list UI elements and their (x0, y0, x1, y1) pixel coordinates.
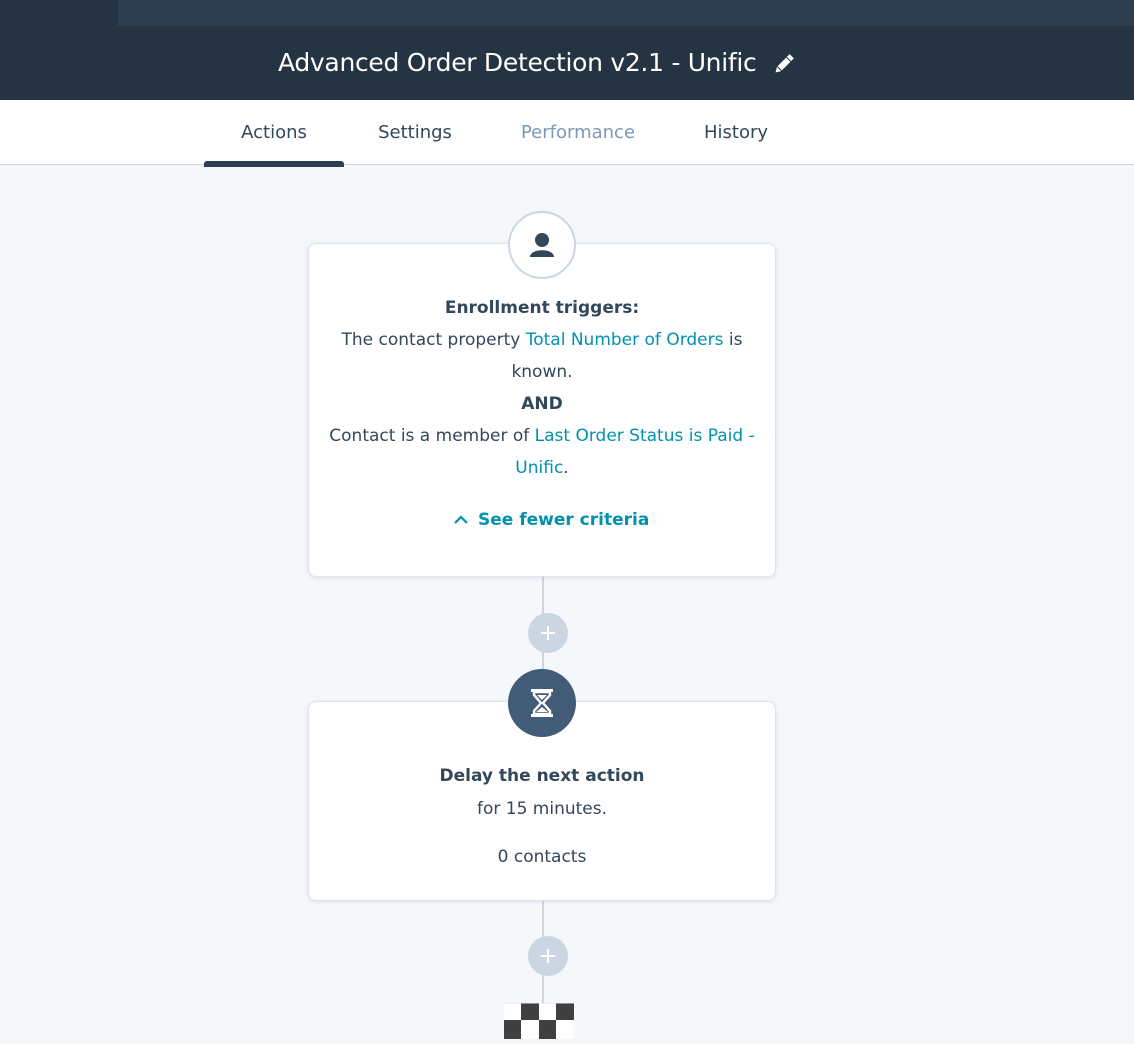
top-strip-left (0, 0, 118, 26)
pencil-icon[interactable] (771, 51, 797, 77)
tab-actions[interactable]: Actions (241, 122, 307, 143)
list-link[interactable]: Last Order Status is Paid - (535, 426, 755, 446)
plus-icon (541, 626, 555, 640)
add-action-button[interactable] (528, 936, 568, 976)
hourglass-icon (508, 669, 576, 737)
top-strip (118, 0, 1134, 26)
tab-bar: Actions Settings Performance History (0, 100, 1134, 165)
contact-icon (508, 211, 576, 279)
trigger-line-3: Contact is a member of Last Order Status… (309, 426, 775, 446)
trigger-heading: Enrollment triggers: (444, 298, 640, 318)
tab-settings[interactable]: Settings (378, 122, 452, 143)
trigger-line-1: The contact property Total Number of Ord… (309, 330, 775, 350)
list-link-continued[interactable]: Unific (515, 458, 563, 478)
tab-history[interactable]: History (704, 122, 768, 143)
plus-icon (541, 949, 555, 963)
trigger-line-2: known. (511, 362, 573, 382)
property-link[interactable]: Total Number of Orders (526, 330, 724, 350)
trigger-line-4: Unific. (309, 458, 775, 478)
chevron-up-icon (454, 515, 468, 524)
and-operator: AND (521, 394, 563, 414)
see-fewer-label: See fewer criteria (478, 510, 650, 530)
add-action-button[interactable] (528, 613, 568, 653)
trigger-text: The contact property (341, 330, 526, 350)
trigger-text: Contact is a member of (329, 426, 535, 446)
see-fewer-criteria-button[interactable]: See fewer criteria (452, 510, 649, 530)
workflow-title: Advanced Order Detection v2.1 - Unific (278, 48, 757, 77)
trigger-text: . (563, 458, 569, 478)
tab-performance[interactable]: Performance (521, 122, 635, 143)
trigger-text: is (723, 330, 743, 350)
checkered-flag-icon (504, 1002, 574, 1039)
delay-heading: Delay the next action (439, 766, 645, 786)
active-tab-indicator (204, 161, 344, 167)
contacts-count[interactable]: 0 contacts (309, 847, 775, 867)
delay-detail: for 15 minutes. (476, 799, 608, 819)
